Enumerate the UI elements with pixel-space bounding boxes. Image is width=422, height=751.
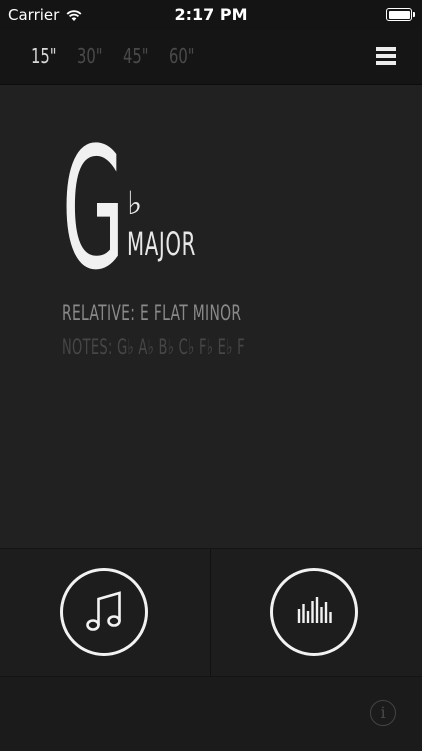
- top-bar: 15" 30" 45" 60": [0, 30, 422, 85]
- duration-30[interactable]: 30": [77, 44, 103, 68]
- duration-15[interactable]: 15": [31, 44, 57, 68]
- duration-45[interactable]: 45": [123, 44, 149, 68]
- equalizer-icon: [297, 597, 332, 623]
- play-sound-button[interactable]: [270, 568, 358, 656]
- play-notes-button[interactable]: [60, 568, 148, 656]
- music-notes-icon: [86, 591, 121, 631]
- battery-icon: [386, 8, 415, 21]
- menu-icon[interactable]: [376, 47, 396, 65]
- key-accidental: ♭: [127, 184, 143, 222]
- controls-divider: [210, 549, 211, 677]
- footer: i: [0, 676, 422, 751]
- status-time: 2:17 PM: [174, 5, 248, 24]
- relative-key: RELATIVE: E FLAT MINOR: [62, 301, 242, 325]
- duration-60[interactable]: 60": [169, 44, 195, 68]
- key-letter: G: [62, 111, 125, 307]
- status-bar: Carrier 2:17 PM: [0, 0, 422, 30]
- controls-panel: [0, 548, 422, 677]
- info-icon[interactable]: i: [370, 700, 396, 726]
- duration-selector: 15" 30" 45" 60": [31, 44, 195, 68]
- scale-notes: NOTES: G♭ A♭ B♭ C♭ F♭ E♭ F: [62, 335, 245, 359]
- key-mode: MAJOR: [127, 225, 197, 263]
- key-display: G ♭ MAJOR RELATIVE: E FLAT MINOR NOTES: …: [0, 85, 422, 548]
